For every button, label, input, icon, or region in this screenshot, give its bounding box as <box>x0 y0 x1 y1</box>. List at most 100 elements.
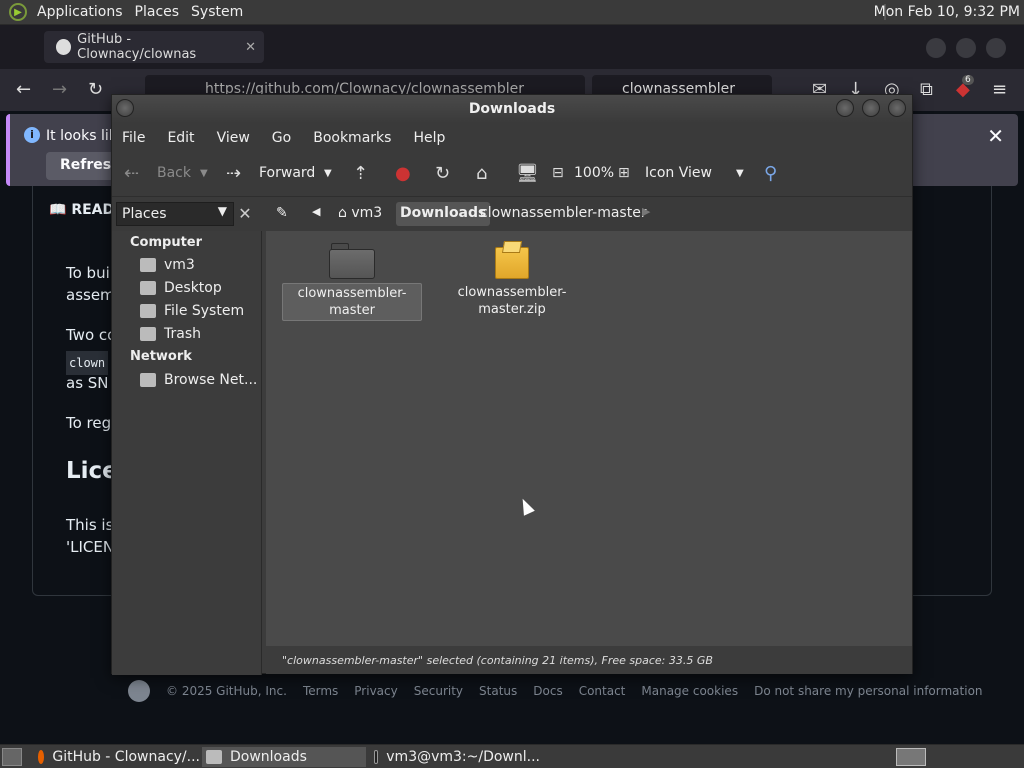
forward-history-dropdown-icon[interactable]: ▼ <box>324 168 332 179</box>
menu-edit[interactable]: Edit <box>167 130 194 146</box>
minimize-button[interactable] <box>926 38 946 58</box>
menu-go[interactable]: Go <box>272 130 291 146</box>
folder-icon <box>329 243 375 279</box>
close-notification-icon[interactable]: ✕ <box>987 124 1004 148</box>
places-combo-label: Places <box>122 206 167 222</box>
license-text: This is <box>66 516 114 534</box>
minimize-button[interactable] <box>836 99 854 117</box>
file-item-folder[interactable]: clownassembler- master <box>282 243 422 321</box>
network-section-header: Network <box>130 349 192 364</box>
distro-logo-icon[interactable]: ▶ <box>9 3 27 21</box>
menu-file[interactable]: File <box>122 130 145 146</box>
places-combo[interactable]: Places ▼ <box>116 202 234 226</box>
menu-bar: File Edit View Go Bookmarks Help <box>112 123 912 153</box>
close-window-button[interactable] <box>986 38 1006 58</box>
taskbar-item-firefox[interactable]: GitHub - Clownacy/... <box>34 747 200 767</box>
back-arrow-icon[interactable]: ← <box>16 79 31 100</box>
places-sidebar: Computer vm3 Desktop File System Trash N… <box>112 231 262 675</box>
github-logo-icon[interactable] <box>128 680 150 702</box>
sidebar-item-file-system[interactable]: File System <box>140 303 244 319</box>
breadcrumb-clownassembler-master[interactable]: clownassembler-master <box>476 202 651 226</box>
extensions-icon[interactable]: ⧉ <box>920 79 933 100</box>
menu-view[interactable]: View <box>217 130 250 146</box>
view-mode-dropdown-icon[interactable]: ▼ <box>736 168 744 179</box>
mouse-cursor-icon <box>517 496 535 516</box>
file-item-zip[interactable]: clownassembler- master.zip <box>442 241 582 319</box>
applications-menu[interactable]: Applications <box>31 4 129 20</box>
window-menu-button[interactable] <box>116 99 134 117</box>
stop-icon[interactable]: ● <box>395 163 411 184</box>
sidebar-item-trash[interactable]: Trash <box>140 326 201 342</box>
info-icon: i <box>24 127 40 143</box>
close-tab-icon[interactable]: ✕ <box>245 40 256 55</box>
up-arrow-icon[interactable]: ⇡ <box>353 163 368 184</box>
hamburger-menu-icon[interactable]: ≡ <box>992 79 1007 100</box>
file-manager-window: Downloads File Edit View Go Bookmarks He… <box>111 94 913 675</box>
footer-link[interactable]: Status <box>479 684 517 698</box>
taskbar-item-terminal[interactable]: vm3@vm3:~/Downl... <box>370 747 540 767</box>
forward-arrow-icon[interactable]: → <box>52 79 67 100</box>
reload-icon[interactable]: ↻ <box>435 163 450 184</box>
browser-tab-title: GitHub - Clownacy/clownas <box>77 32 197 62</box>
folder-icon <box>206 750 222 764</box>
chevron-down-icon: ▼ <box>217 204 227 218</box>
network-icon <box>140 373 156 387</box>
zoom-in-icon[interactable]: ⊞ <box>618 165 630 181</box>
footer-link[interactable]: Manage cookies <box>641 684 738 698</box>
footer-link[interactable]: Do not share my personal information <box>754 684 982 698</box>
zoom-level[interactable]: 100% <box>574 165 614 181</box>
menu-help[interactable]: Help <box>413 130 445 146</box>
window-titlebar[interactable]: Downloads <box>112 95 912 123</box>
close-sidebar-icon[interactable]: ✕ <box>234 202 256 226</box>
forward-arrow-icon[interactable]: ⇢ <box>226 163 241 184</box>
footer-link[interactable]: Privacy <box>354 684 397 698</box>
browser-window-controls <box>926 38 1006 58</box>
footer-link[interactable]: Security <box>414 684 463 698</box>
computer-section-header: Computer <box>130 235 203 250</box>
breadcrumb-vm3[interactable]: ⌂ vm3 <box>334 202 386 226</box>
back-history-dropdown-icon[interactable]: ▼ <box>200 168 208 179</box>
footer-link[interactable]: Docs <box>533 684 562 698</box>
taskbar-item-downloads[interactable]: Downloads <box>202 747 366 767</box>
breadcrumb-right-arrow-icon[interactable]: ▶ <box>638 202 654 226</box>
reload-icon[interactable]: ↻ <box>88 79 103 100</box>
workspace-switcher[interactable] <box>896 748 926 766</box>
status-bar: "clownassembler-master" selected (contai… <box>266 648 912 674</box>
sidebar-item-browse-network[interactable]: Browse Net... <box>140 372 257 388</box>
system-menu[interactable]: System <box>185 4 249 20</box>
firefox-icon <box>38 750 45 764</box>
breadcrumb-left-arrow-icon[interactable]: ◀ <box>308 202 324 226</box>
back-button[interactable]: Back <box>157 165 191 181</box>
license-text: 'LICEN <box>66 538 115 556</box>
back-arrow-icon[interactable]: ⇠ <box>124 163 139 184</box>
browser-tab-bar: GitHub - Clownacy/clownas ✕ <box>0 25 1024 69</box>
sidebar-item-desktop[interactable]: Desktop <box>140 280 222 296</box>
footer-link[interactable]: Contact <box>579 684 626 698</box>
clock[interactable]: Mon Feb 10, 9:32 PM <box>874 4 1020 20</box>
trash-icon <box>140 327 156 341</box>
zoom-out-icon[interactable]: ⊟ <box>552 165 564 181</box>
show-desktop-icon[interactable] <box>2 748 22 766</box>
readme-tab[interactable]: 📖 READ <box>49 202 114 218</box>
view-mode-select[interactable]: Icon View <box>645 165 712 181</box>
menu-bookmarks[interactable]: Bookmarks <box>313 130 391 146</box>
taskbar: GitHub - Clownacy/... Downloads vm3@vm3:… <box>0 744 1024 768</box>
home-icon[interactable]: ⌂ <box>476 163 487 184</box>
file-label: clownassembler- master <box>282 283 422 321</box>
location-bar: Places ▼ ✕ ✎ ◀ ⌂ vm3 Downloads clownasse… <box>112 197 912 231</box>
github-footer: © 2025 GitHub, Inc. Terms Privacy Securi… <box>128 680 983 702</box>
search-icon[interactable]: ⚲ <box>764 163 777 184</box>
forward-button[interactable]: Forward <box>259 165 315 181</box>
computer-icon[interactable]: 🖥 <box>516 163 539 184</box>
sidebar-item-vm3[interactable]: vm3 <box>140 257 195 273</box>
toolbar: ⇠ Back ▼ ⇢ Forward ▼ ⇡ ● ↻ ⌂ 🖥 ⊟ 100% ⊞ … <box>112 153 912 197</box>
addon-badge: 6 <box>962 75 974 85</box>
places-menu[interactable]: Places <box>129 4 186 20</box>
close-window-button[interactable] <box>888 99 906 117</box>
edit-location-icon[interactable]: ✎ <box>272 202 292 226</box>
file-view[interactable]: clownassembler- master clownassembler- m… <box>266 231 912 646</box>
browser-tab[interactable]: GitHub - Clownacy/clownas ✕ <box>44 31 264 63</box>
footer-link[interactable]: Terms <box>303 684 338 698</box>
maximize-button[interactable] <box>862 99 880 117</box>
maximize-button[interactable] <box>956 38 976 58</box>
